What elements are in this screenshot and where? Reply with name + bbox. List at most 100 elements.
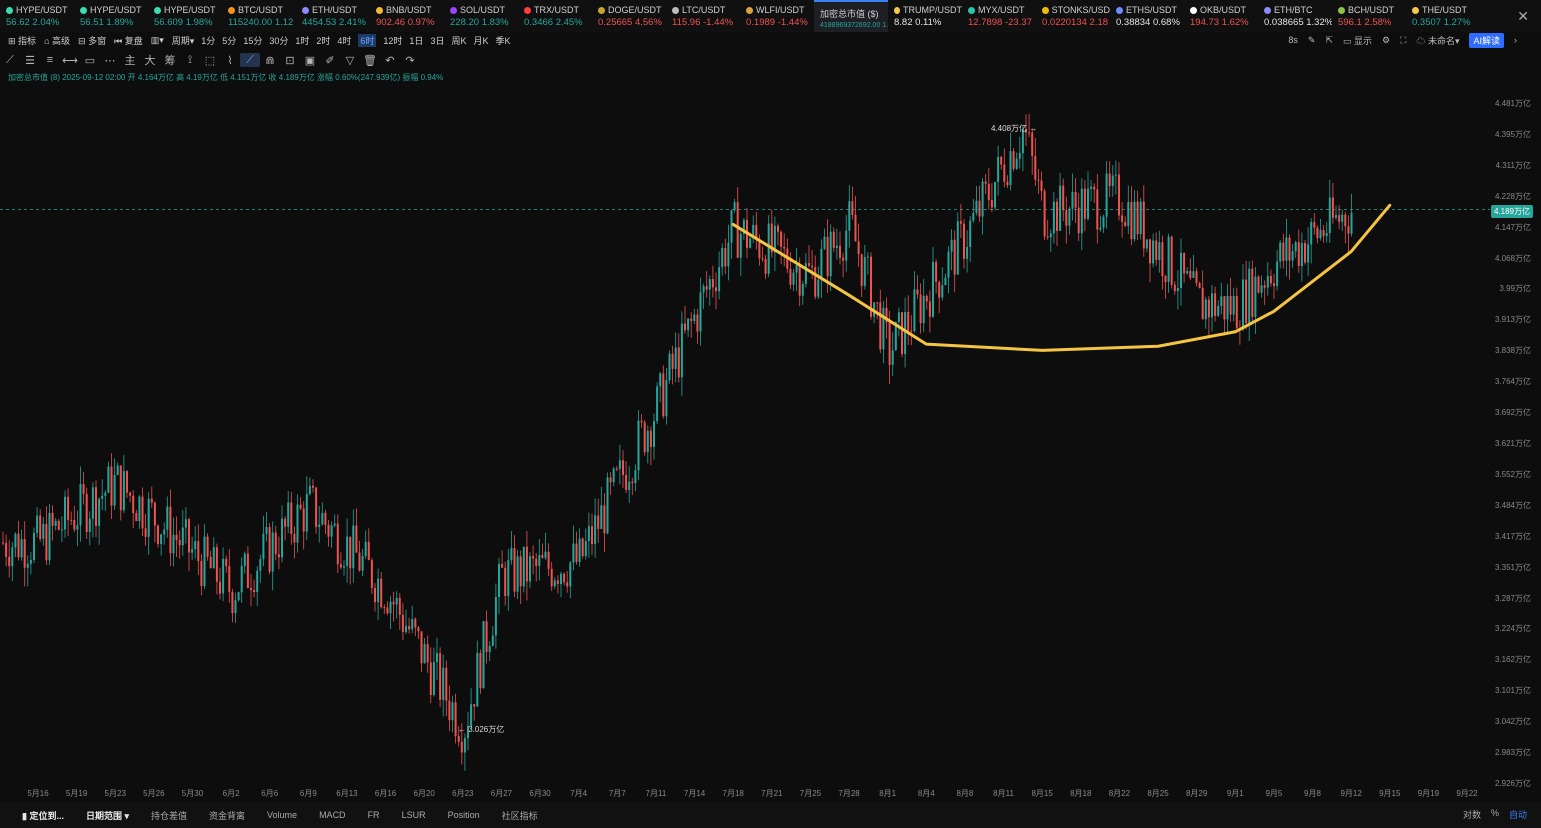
candle xyxy=(839,231,841,265)
ticker-19[interactable]: THE/USDT 0.3507 1.27% xyxy=(1406,0,1480,32)
scale-option-1[interactable]: % xyxy=(1491,808,1499,821)
timeframe-1[interactable]: 5分 xyxy=(222,34,236,47)
indicators-button[interactable]: ⊞ 指标 xyxy=(8,34,36,47)
ticker-18[interactable]: BCH/USDT 596.1 2.58% xyxy=(1332,0,1406,32)
multi-window-button[interactable]: ⊟ 多窗 xyxy=(78,34,106,47)
bottom-tab-2[interactable]: 持仓差值 xyxy=(151,809,187,822)
ticker-9[interactable]: LTC/USDT 115.96 -1.44% xyxy=(666,0,740,32)
ticker-5[interactable]: BNB/USDT 902.46 0.97% xyxy=(370,0,444,32)
trend-line-icon[interactable]: ⟋ xyxy=(0,53,20,67)
timeframe-3[interactable]: 30分 xyxy=(269,34,288,47)
candle-body xyxy=(665,380,668,417)
bottom-tab-5[interactable]: MACD xyxy=(319,810,346,820)
screenshot-icon[interactable]: ▣ xyxy=(300,53,320,67)
bottom-tab-1[interactable]: 日期范围 ▾ xyxy=(86,809,129,822)
timeframe-9[interactable]: 1日 xyxy=(409,34,423,47)
ruler-icon[interactable]: ⌇ xyxy=(220,53,240,67)
ticker-8[interactable]: DOGE/USDT 0.25665 4.56% xyxy=(592,0,666,32)
undo-icon[interactable]: ↶ xyxy=(380,53,400,67)
candle xyxy=(1273,273,1275,299)
ticker-4[interactable]: ETH/USDT 4454.53 2.41% xyxy=(296,0,370,32)
ticker-10[interactable]: WLFI/USDT 0.1989 -1.44% xyxy=(740,0,814,32)
horizontal-line-icon[interactable]: ⟷ xyxy=(60,53,80,67)
filter-icon[interactable]: ▽ xyxy=(340,53,360,67)
ticker-13[interactable]: MYX/USDT 12.7898 -23.37 xyxy=(962,0,1036,32)
ticker-12[interactable]: TRUMP/USDT 8.82 0.11% xyxy=(888,0,962,32)
candle xyxy=(1015,152,1018,170)
fullscreen-icon[interactable]: ⛶ xyxy=(1400,35,1406,46)
ticker-6[interactable]: SOL/USDT 228.20 1.83% xyxy=(444,0,518,32)
pencil-icon[interactable]: ✎ xyxy=(1308,35,1316,46)
ticker-11[interactable]: 加密总市值 ($) 4188969372692.00 1.33% xyxy=(814,0,888,32)
parallel-channel-icon[interactable]: ≡ xyxy=(40,53,60,67)
bottom-tab-6[interactable]: FR xyxy=(368,810,380,820)
external-link-icon[interactable]: ⇱ xyxy=(1325,35,1333,46)
select-icon[interactable]: ⬚ xyxy=(200,53,220,67)
timeframe-4[interactable]: 1时 xyxy=(295,34,309,47)
ticker-0[interactable]: HYPE/USDT 56.62 2.04% xyxy=(0,0,74,32)
chevron-right-icon[interactable]: › xyxy=(1514,35,1517,45)
ticker-16[interactable]: OKB/USDT 194.73 1.62% xyxy=(1184,0,1258,32)
date-axis[interactable]: 5月16 5月19 5月23 5月26 5月30 6月2 6月6 6月9 6月13 6月16 6月2… xyxy=(0,788,1541,800)
ticker-1[interactable]: HYPE/USDT 56.51 1.89% xyxy=(74,0,148,32)
ticker-17[interactable]: ETH/BTC 0.038665 1.32% xyxy=(1258,0,1332,32)
bottom-tab-0[interactable]: ▮ 定位到... xyxy=(22,809,64,822)
timeframe-6[interactable]: 4时 xyxy=(337,34,351,47)
ai-interpret-button[interactable]: AI解读 xyxy=(1469,32,1504,48)
ticker-7[interactable]: TRX/USDT 0.3466 2.45% xyxy=(518,0,592,32)
candle-type-icon[interactable]: ▥▾ xyxy=(151,35,164,46)
candle xyxy=(913,271,916,333)
bottom-tab-8[interactable]: Position xyxy=(448,810,480,820)
candle xyxy=(600,486,603,530)
replay-button[interactable]: ⏮ 复盘 xyxy=(114,34,143,47)
ticker-14[interactable]: STONKS/USD 0.0220134 2.18 xyxy=(1036,0,1110,32)
advanced-button[interactable]: ⌂ 高级 xyxy=(44,34,70,47)
horizontal-ray-icon[interactable]: ☰ xyxy=(20,53,40,67)
ticker-symbol: BNB/USDT xyxy=(386,5,432,15)
more-tools-icon[interactable]: ⋯ xyxy=(100,53,120,67)
timeframe-2[interactable]: 15分 xyxy=(243,34,262,47)
candle xyxy=(522,546,525,593)
date-tick: 5月26 xyxy=(143,789,165,798)
bottom-tab-7[interactable]: LSUR xyxy=(402,810,426,820)
bottom-tab-3[interactable]: 资金背离 xyxy=(209,809,245,822)
cloud-save-button[interactable]: ☁ 未命名▾ xyxy=(1416,34,1459,47)
redo-icon[interactable]: ↷ xyxy=(400,53,420,67)
rectangle-icon[interactable]: ▭ xyxy=(80,53,100,67)
scale-option-0[interactable]: 对数 xyxy=(1463,808,1481,821)
trash-icon[interactable]: 🗑 xyxy=(360,53,380,67)
timeframe-5[interactable]: 2时 xyxy=(316,34,330,47)
candle-body xyxy=(26,563,29,568)
timeframe-0[interactable]: 1分 xyxy=(201,34,215,47)
main-tool-icon[interactable]: 主 xyxy=(120,53,140,67)
timeframe-13[interactable]: 季K xyxy=(495,34,510,47)
candle-body xyxy=(411,619,414,630)
candle-body xyxy=(321,512,324,525)
settings-icon[interactable]: ⚙ xyxy=(1382,35,1390,46)
period-button[interactable]: 周期▾ xyxy=(172,34,195,47)
candlestick-chart[interactable] xyxy=(0,88,1490,788)
close-icon[interactable]: ✕ xyxy=(1517,8,1529,25)
ticker-15[interactable]: ETHS/USDT 0.38834 0.68% xyxy=(1110,0,1184,32)
timeframe-7[interactable]: 6时 xyxy=(358,33,377,47)
high-annotation: 4.408万亿 → xyxy=(991,124,1038,133)
draw-mode-icon[interactable]: ⟋ xyxy=(240,53,260,67)
display-button[interactable]: ▭ 显示 xyxy=(1343,34,1372,47)
timeframe-11[interactable]: 周K xyxy=(451,34,466,47)
big-tool-icon[interactable]: 大 xyxy=(140,53,160,67)
timeframe-12[interactable]: 月K xyxy=(473,34,488,47)
bottom-tab-4[interactable]: Volume xyxy=(267,810,297,820)
timeframe-10[interactable]: 3日 xyxy=(430,34,444,47)
ticker-2[interactable]: HYPE/USDT 56.609 1.98% xyxy=(148,0,222,32)
pattern-icon[interactable]: ⟟ xyxy=(180,53,200,67)
ticker-3[interactable]: BTC/USDT 115240.00 1.12 xyxy=(222,0,296,32)
candle-body xyxy=(116,465,119,475)
bottom-tab-9[interactable]: 社区指标 xyxy=(502,809,538,822)
brush-icon[interactable]: ✐ xyxy=(320,53,340,67)
chip-tool-icon[interactable]: 筹 xyxy=(160,53,180,67)
timeframe-8[interactable]: 12时 xyxy=(383,34,402,47)
refresh-interval[interactable]: 8s xyxy=(1288,35,1298,45)
magnet-icon[interactable]: ⋒ xyxy=(260,53,280,67)
scale-option-2[interactable]: 自动 xyxy=(1509,808,1527,821)
lock-icon[interactable]: ⊡ xyxy=(280,53,300,67)
